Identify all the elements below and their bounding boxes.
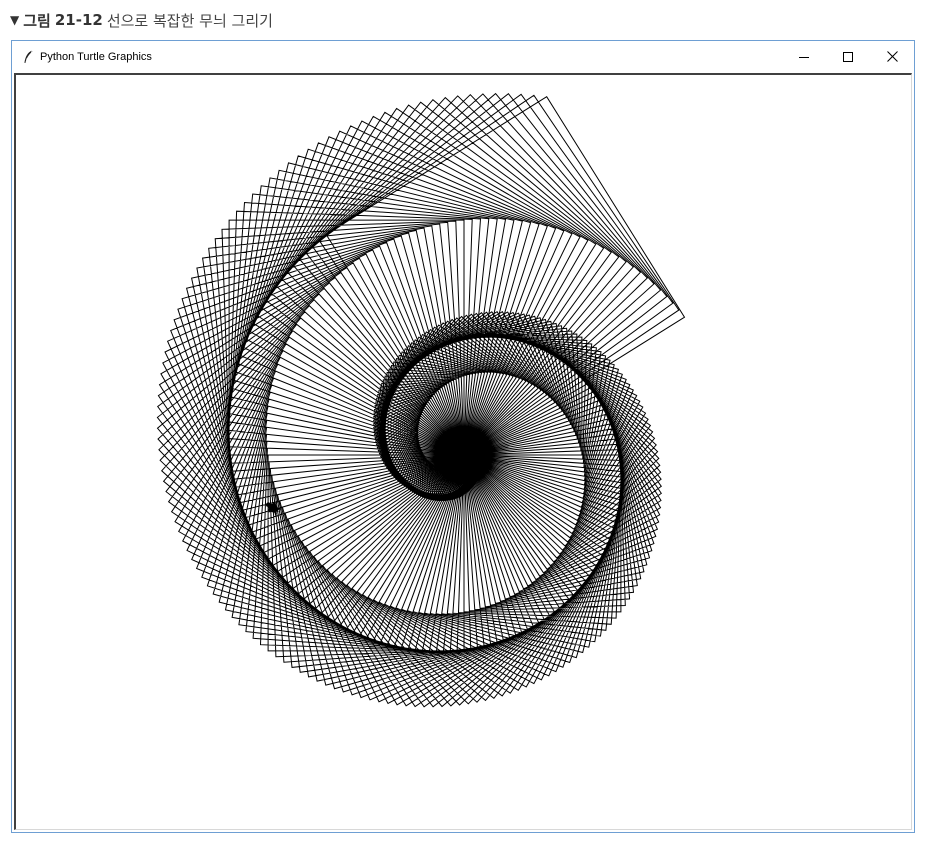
minimize-button[interactable] [782, 41, 826, 72]
window-controls [782, 41, 914, 72]
feather-icon [21, 50, 35, 64]
caption-number: 21-12 [54, 11, 103, 29]
turtle-canvas-frame [14, 73, 912, 830]
maximize-icon [843, 51, 853, 62]
square-spiral-pattern [156, 92, 686, 708]
canvas-area [12, 72, 914, 832]
caption-text: 선으로 복잡한 무늬 그리기 [106, 11, 273, 30]
close-icon [886, 51, 898, 62]
title-bar[interactable]: Python Turtle Graphics [12, 41, 914, 72]
close-button[interactable] [870, 41, 914, 72]
maximize-button[interactable] [826, 41, 870, 72]
caption-marker: ▼ [10, 13, 20, 27]
pattern-path [156, 92, 686, 708]
caption-prefix: 그림 [23, 11, 51, 30]
figure-caption: ▼ 그림 21-12 선으로 복잡한 무늬 그리기 [10, 9, 273, 31]
turtle-canvas [156, 92, 686, 708]
window-title: Python Turtle Graphics [40, 50, 152, 63]
turtle-window: Python Turtle Graphics [11, 40, 915, 833]
minimize-icon [799, 56, 809, 58]
